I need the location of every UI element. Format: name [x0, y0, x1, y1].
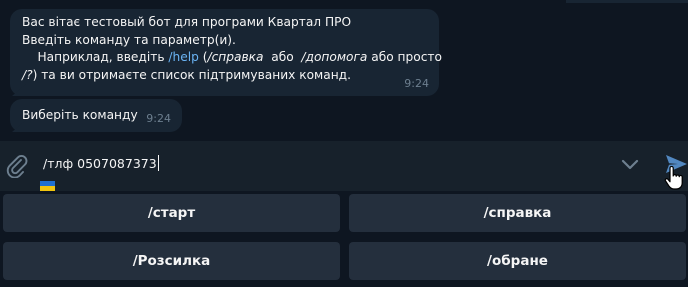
message-line-3-suffix: або просто [367, 50, 442, 64]
hand-pointer-icon [664, 165, 684, 190]
message-bubble-choose: Виберіть команду 9:24 [10, 99, 182, 132]
message-line-4-suffix: ) та ви отримаєте список підтримуваних к… [32, 67, 351, 82]
message-line-2: Введіть команду та параметр(и). [22, 32, 236, 47]
keyboard-button-rozsylka[interactable]: /Розсилка [3, 242, 340, 280]
keyboard-button-spravka[interactable]: /справка [349, 194, 686, 232]
chevron-down-icon[interactable] [619, 156, 641, 174]
keyboard-button-start[interactable]: /старт [3, 194, 340, 232]
keyboard-button-obrane[interactable]: /обране [349, 242, 686, 280]
message-line-3: Наприклад, введіть /help (/справка або /… [22, 49, 441, 67]
help-command-link[interactable]: /help [168, 50, 198, 64]
message-line-1: Вас вітає тестовый бот для програми Квар… [22, 15, 352, 29]
message-line-3-sep: або [263, 50, 302, 64]
text-caret [157, 155, 159, 171]
spravka-command-text: /справка [207, 50, 264, 64]
message-line-3-prefix: Наприклад, введіть [22, 50, 169, 64]
message-time: 9:24 [146, 111, 171, 125]
chat-history: Вас вітає тестовый бот для програми Квар… [0, 0, 688, 141]
message-bubble-welcome: Вас вітає тестовый бот для програми Квар… [10, 9, 442, 96]
message-input-value: /тлф 0507087373 [43, 156, 157, 171]
ukraine-flag-icon [40, 181, 55, 191]
dopomoga-command-text: /допомога [301, 50, 368, 64]
message-time: 9:24 [404, 76, 429, 90]
bubble-tail [12, 84, 26, 96]
question-command-text: /? [22, 67, 33, 82]
bubble-tail [12, 120, 26, 132]
message-input[interactable]: /тлф 0507087373 [43, 155, 159, 171]
paperclip-icon[interactable] [4, 152, 28, 179]
message-line-4: /?) та ви отримаєте список підтримуваних… [22, 67, 427, 85]
